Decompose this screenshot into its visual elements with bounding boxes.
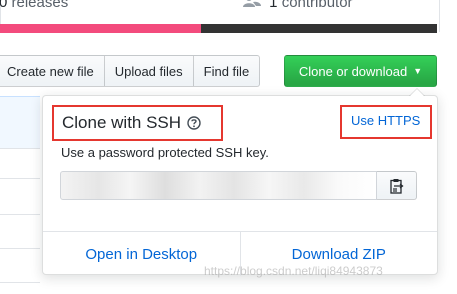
language-bar-segment bbox=[201, 24, 437, 33]
clone-or-download-button[interactable]: Clone or download ▼ bbox=[284, 55, 437, 87]
language-bar-segment bbox=[0, 24, 202, 33]
table-row bbox=[0, 282, 40, 283]
file-actions-group: Create new file Upload files Find file bbox=[0, 55, 261, 87]
copy-url-button[interactable] bbox=[377, 171, 417, 200]
clone-description: Use a password protected SSH key. bbox=[61, 145, 269, 160]
clone-title-highlight: Clone with SSH bbox=[52, 105, 223, 141]
people-icon bbox=[243, 0, 261, 7]
table-row bbox=[0, 148, 40, 149]
releases-label: releases bbox=[11, 0, 69, 11]
clone-url-input[interactable] bbox=[60, 171, 377, 200]
table-row bbox=[0, 214, 40, 215]
contributors-label: contributor bbox=[281, 0, 353, 11]
use-https-highlight: Use HTTPS bbox=[340, 105, 432, 139]
contributors-stat[interactable]: 1 contributor bbox=[243, 0, 353, 11]
contributors-count: 1 bbox=[269, 0, 278, 11]
releases-stat[interactable]: 0 releases bbox=[0, 0, 68, 11]
language-bar bbox=[0, 24, 437, 33]
commit-header-row bbox=[0, 96, 40, 149]
find-file-button[interactable]: Find file bbox=[192, 55, 261, 87]
clone-or-download-label: Clone or download bbox=[298, 63, 408, 79]
dropdown-caret bbox=[409, 88, 425, 96]
table-row bbox=[0, 248, 40, 249]
upload-files-button[interactable]: Upload files bbox=[103, 55, 194, 87]
use-https-link[interactable]: Use HTTPS bbox=[351, 113, 420, 128]
open-in-desktop-button[interactable]: Open in Desktop bbox=[43, 232, 240, 276]
clone-footer: Open in Desktop Download ZIP bbox=[43, 231, 437, 276]
file-table-background bbox=[0, 96, 40, 294]
clipboard-icon bbox=[389, 178, 404, 194]
download-zip-button[interactable]: Download ZIP bbox=[239, 232, 438, 276]
releases-count: 0 bbox=[0, 0, 8, 11]
clone-dropdown: Clone with SSH Use HTTPS Use a password … bbox=[42, 88, 438, 276]
clone-url-group bbox=[60, 171, 417, 200]
clone-title: Clone with SSH bbox=[62, 113, 182, 132]
table-row bbox=[0, 178, 40, 179]
caret-down-icon: ▼ bbox=[413, 66, 423, 76]
question-icon[interactable] bbox=[187, 116, 201, 130]
create-new-file-button[interactable]: Create new file bbox=[0, 55, 105, 87]
